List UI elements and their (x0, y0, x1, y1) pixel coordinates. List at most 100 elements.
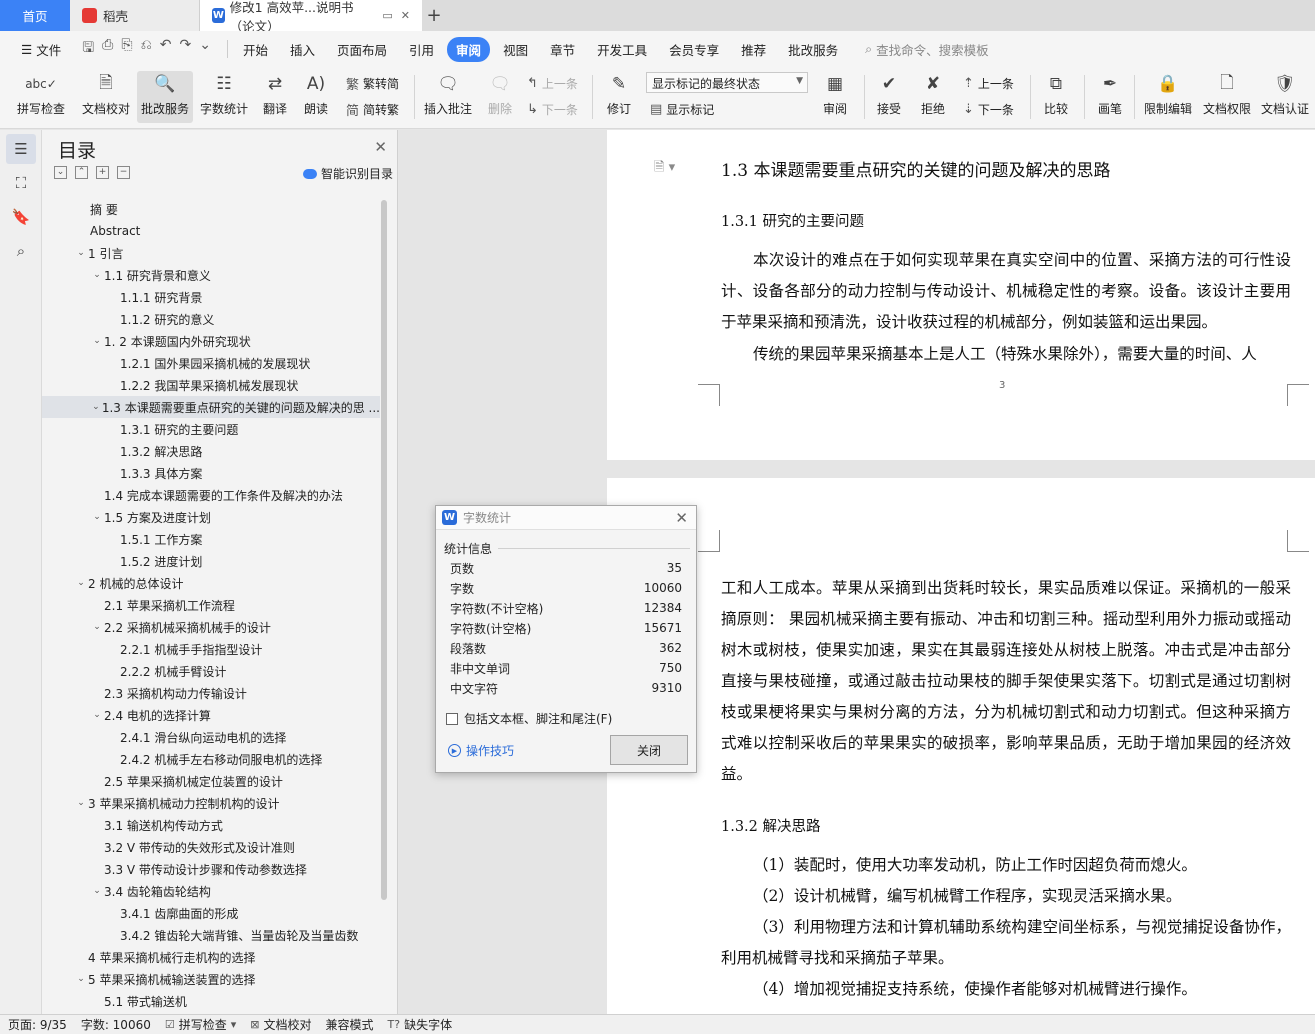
toc-item[interactable]: 1.1.2 研究的意义 (42, 308, 380, 330)
accept-button[interactable]: ✔ 接受 (870, 71, 908, 123)
collapse-icon[interactable]: ⌄ (54, 166, 67, 179)
toc-item[interactable]: ⌄ 2.4 电机的选择计算 (42, 704, 380, 726)
menu-start[interactable]: 开始 (234, 37, 277, 62)
toc-nav-icon[interactable]: ☰ (6, 134, 36, 164)
minus-icon[interactable]: − (117, 166, 130, 179)
command-search[interactable]: ⌕ 查找命令、搜索模板 (865, 40, 989, 59)
doc-auth-button[interactable]: 🛡 文档认证 (1258, 71, 1312, 123)
delete-comment-button[interactable]: 🗨 删除 (480, 71, 520, 123)
menu-insert[interactable]: 插入 (281, 37, 324, 62)
new-tab-button[interactable]: + (422, 0, 446, 31)
to-traditional-button[interactable]: 繁繁转简 (346, 73, 399, 93)
toc-item[interactable]: 3.1 输送机构传动方式 (42, 814, 380, 836)
toc-item[interactable]: 2.2.1 机械手手指指型设计 (42, 638, 380, 660)
toc-item[interactable]: ⌄ 1.1 研究背景和意义 (42, 264, 380, 286)
list-item[interactable]: （1）装配时，使用大功率发动机，防止工作时因超负荷而熄火。 (721, 850, 1291, 881)
dialog-header[interactable]: W 字数统计 (436, 506, 696, 530)
toc-item[interactable]: 摘 要 (42, 198, 380, 220)
undo-icon[interactable]: ↶ (160, 37, 172, 61)
tab-home[interactable]: 首页 (0, 0, 70, 31)
search-icon[interactable]: ⌕ (6, 236, 36, 266)
list-item[interactable]: （2）设计机械臂，编写机械臂工作程序，实现灵活采摘水果。 (721, 881, 1291, 912)
tips-link[interactable]: ▶ 操作技巧 (448, 742, 514, 759)
close-icon[interactable]: ✕ (675, 509, 688, 527)
bookmark-icon[interactable]: 🔖 (6, 202, 36, 232)
review-pane-button[interactable]: ▦ 审阅 (816, 71, 854, 123)
chevron-down-icon[interactable]: ⌄ (74, 578, 88, 588)
heading-1-3[interactable]: 1.3 本课题需要重点研究的关键的问题及解决的思路 (721, 156, 1291, 181)
toc-item[interactable]: ⌄ 1. 2 本课题国内外研究现状 (42, 330, 380, 352)
heading-1-3-1[interactable]: 1.3.1 研究的主要问题 (721, 210, 1291, 231)
menu-developer[interactable]: 开发工具 (588, 37, 656, 62)
doc-check-status[interactable]: ⊠ 文档校对 (250, 1016, 311, 1033)
toc-item[interactable]: 1.1.1 研究背景 (42, 286, 380, 308)
toc-item[interactable]: 2.4.2 机械手左右移动伺服电机的选择 (42, 748, 380, 770)
doc-permission-button[interactable]: 🗋 文档权限 (1200, 71, 1254, 123)
next-change-button[interactable]: ⇣ 下一条 (963, 99, 1014, 119)
toc-item[interactable]: ⌄ 2 机械的总体设计 (42, 572, 380, 594)
insert-comment-button[interactable]: 🗨 插入批注 (422, 71, 474, 123)
translate-button[interactable]: ⇄ 翻译 (256, 71, 294, 123)
include-textbox-checkbox[interactable]: 包括文本框、脚注和尾注(F) (446, 710, 612, 727)
toc-item[interactable]: 3.3 V 带传动设计步骤和传动参数选择 (42, 858, 380, 880)
chevron-down-icon[interactable]: ⌄ (74, 798, 88, 808)
toc-item[interactable]: ⌄ 3 苹果采摘机械动力控制机构的设计 (42, 792, 380, 814)
chevron-down-icon[interactable]: ⌄ (74, 974, 88, 984)
toc-item[interactable]: 1.3.1 研究的主要问题 (42, 418, 380, 440)
paragraph[interactable]: 传统的果园苹果采摘基本上是人工（特殊水果除外），需要大量的时间、人 (721, 339, 1291, 370)
missing-font-status[interactable]: T? 缺失字体 (388, 1016, 453, 1033)
chapter-nav-icon[interactable]: ⛶ (6, 168, 36, 198)
toc-item[interactable]: ⌄ 2.2 采摘机械采摘机械手的设计 (42, 616, 380, 638)
toc-item[interactable]: 5.1 带式输送机 (42, 990, 380, 1012)
chevron-down-icon[interactable]: ⌄ (90, 886, 104, 896)
toc-item[interactable]: 3.2 V 带传动的失效形式及设计准则 (42, 836, 380, 858)
review-service-button[interactable]: 🔍 批改服务 (137, 71, 193, 123)
toc-item[interactable]: 1.5.1 工作方案 (42, 528, 380, 550)
page-indicator[interactable]: 页面: 9/35 (8, 1016, 67, 1033)
reject-button[interactable]: ✘ 拒绝 (914, 71, 952, 123)
doc-outline-icon[interactable]: 🗎 ▾ (654, 158, 675, 180)
close-icon[interactable]: ✕ (374, 138, 387, 156)
chevron-down-icon[interactable]: ⌄ (90, 622, 104, 632)
read-aloud-button[interactable]: A) 朗读 (298, 71, 334, 123)
tab-document[interactable]: W 修改1 高效苹...说明书（论文） ▭ ✕ (200, 0, 422, 34)
toc-item[interactable]: ⌄ 5 苹果采摘机械输送装置的选择 (42, 968, 380, 990)
toc-item[interactable]: ⌄ 1 引言 (42, 242, 380, 264)
expand-icon[interactable]: ⌃ (75, 166, 88, 179)
toc-item[interactable]: 4 苹果采摘机械行走机构的选择 (42, 946, 380, 968)
export-icon[interactable]: ⎙ (102, 37, 113, 61)
print-icon[interactable]: ⎘ (121, 37, 132, 61)
markup-mode-select[interactable]: 显示标记的最终状态 ▼ (646, 72, 808, 93)
paragraph[interactable]: 本次设计的难点在于如何实现苹果在真实空间中的位置、采摘方法的可行性设计、设备各部… (721, 245, 1291, 338)
toc-item[interactable]: 1.2.2 我国苹果采摘机械发展现状 (42, 374, 380, 396)
pen-button[interactable]: ✒ 画笔 (1092, 71, 1128, 123)
chevron-down-icon[interactable]: ⌄ (90, 710, 104, 720)
close-button[interactable]: 关闭 (610, 735, 688, 765)
add-icon[interactable]: + (96, 166, 109, 179)
toc-item[interactable]: Abstract (42, 220, 380, 242)
tab-daoke[interactable]: 稻壳 (70, 0, 200, 31)
toc-item[interactable]: 2.2.2 机械手臂设计 (42, 660, 380, 682)
preview-icon[interactable]: ⎌ (141, 37, 152, 61)
list-item[interactable]: （4）增加视觉捕捉支持系统，使操作者能够对机械臂进行操作。 (721, 974, 1291, 1005)
compat-mode-status[interactable]: 兼容模式 (326, 1016, 374, 1033)
toc-item[interactable]: ⌄ 3.4 齿轮箱齿轮结构 (42, 880, 380, 902)
menu-chapter[interactable]: 章节 (541, 37, 584, 62)
toc-item[interactable]: ⌄ 1.5 方案及进度计划 (42, 506, 380, 528)
word-count-indicator[interactable]: 字数: 10060 (81, 1016, 151, 1033)
toc-item[interactable]: 2.1 苹果采摘机工作流程 (42, 594, 380, 616)
chevron-down-icon[interactable]: ⌄ (90, 336, 104, 346)
toc-item[interactable]: 2.4.1 滑台纵向运动电机的选择 (42, 726, 380, 748)
word-count-button[interactable]: ☷ 字数统计 (197, 71, 251, 123)
toc-item[interactable]: 2.5 苹果采摘机械定位装置的设计 (42, 770, 380, 792)
toc-item[interactable]: 2.3 采摘机构动力传输设计 (42, 682, 380, 704)
chevron-down-icon[interactable]: ⌄ (90, 402, 102, 412)
toc-scrollbar[interactable] (381, 200, 387, 900)
toc-item[interactable]: 1.4 完成本课题需要的工作条件及解决的办法 (42, 484, 380, 506)
checkbox-icon[interactable] (446, 712, 458, 725)
menu-review[interactable]: 审阅 (447, 36, 491, 62)
save-icon[interactable]: 🖫 (82, 37, 94, 61)
menu-view[interactable]: 视图 (494, 37, 537, 62)
toc-item[interactable]: 1.3.3 具体方案 (42, 462, 380, 484)
toc-item[interactable]: ⌄ 1.3 本课题需要重点研究的关键的问题及解决的思 ... (42, 396, 380, 418)
